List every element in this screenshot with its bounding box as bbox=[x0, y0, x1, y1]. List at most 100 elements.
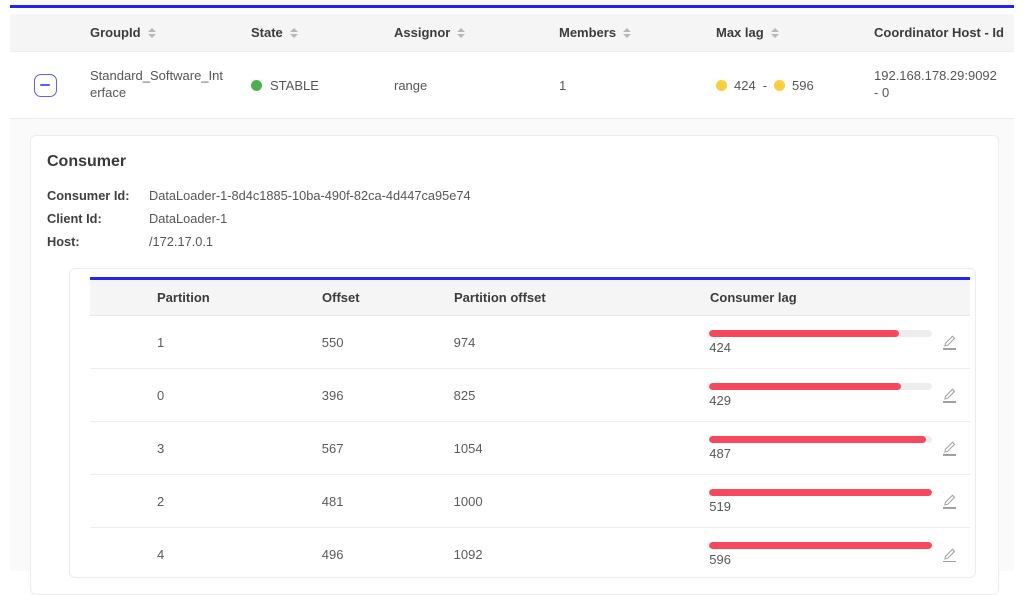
group-id-value: Standard_Software_Interface bbox=[90, 68, 223, 100]
edit-offset-cell bbox=[941, 439, 970, 458]
column-header-assignor[interactable]: Assignor bbox=[394, 25, 559, 40]
sort-icon[interactable] bbox=[623, 27, 632, 38]
partitions-table: Partition Offset Partition offset Consum… bbox=[90, 277, 970, 581]
offset-value: 550 bbox=[321, 334, 344, 350]
column-header-max-lag[interactable]: Max lag bbox=[716, 25, 874, 40]
pencil-icon bbox=[944, 388, 956, 400]
offset-value: 496 bbox=[321, 547, 344, 563]
partition-offset-value: 1000 bbox=[453, 493, 483, 509]
lag-warning-dot-icon bbox=[716, 79, 727, 91]
edit-offset-button[interactable] bbox=[941, 333, 958, 352]
column-header-label: Max lag bbox=[716, 25, 764, 40]
partition-offset-value: 1054 bbox=[453, 440, 483, 456]
assignor-cell: range bbox=[394, 78, 559, 93]
coordinator-value: 192.168.178.29:9092 - 0 bbox=[874, 68, 997, 100]
partition-value: 0 bbox=[157, 387, 165, 403]
lag-progress-track bbox=[709, 542, 933, 550]
edit-offset-button[interactable] bbox=[941, 386, 958, 405]
lag-value: 596 bbox=[709, 552, 731, 568]
host-value: /172.17.0.1 bbox=[149, 233, 214, 249]
lag-warning-dot-icon bbox=[774, 79, 786, 91]
partitions-table-header-row: Partition Offset Partition offset Consum… bbox=[90, 280, 970, 317]
collapse-row-button[interactable] bbox=[33, 73, 57, 97]
column-header-label: Coordinator Host - Id bbox=[874, 25, 1004, 40]
column-header-label: Assignor bbox=[394, 25, 451, 40]
consumer-groups-table: GroupId State Assignor Members Max lag C… bbox=[10, 5, 1014, 119]
host-row: Host: /172.17.0.1 bbox=[47, 231, 982, 254]
consumer-lag-cell: 519 bbox=[709, 488, 941, 514]
pencil-icon bbox=[944, 441, 956, 453]
max-lag-cell: 424 - 596 bbox=[716, 78, 874, 93]
edit-offset-cell bbox=[941, 546, 970, 565]
column-header-state[interactable]: State bbox=[251, 25, 394, 40]
consumer-lag-cell: 596 bbox=[709, 542, 941, 567]
partition-row: 4 496 1092 596 bbox=[90, 528, 970, 581]
max-lag-min-value: 424 bbox=[734, 77, 756, 93]
partition-offset-value: 974 bbox=[453, 334, 476, 350]
partition-row: 3 567 1054 487 bbox=[90, 422, 970, 476]
column-header-offset: Offset bbox=[322, 290, 360, 306]
host-label: Host: bbox=[47, 233, 80, 249]
column-header-label: GroupId bbox=[90, 25, 141, 40]
client-id-row: Client Id: DataLoader-1 bbox=[47, 208, 982, 231]
client-id-value: DataLoader-1 bbox=[149, 210, 228, 226]
edit-offset-cell bbox=[941, 386, 970, 405]
partition-value: 3 bbox=[157, 440, 165, 456]
lag-progress-track bbox=[709, 435, 933, 443]
consumer-id-row: Consumer Id: DataLoader-1-8d4c1885-10ba-… bbox=[47, 185, 982, 208]
max-lag-separator: - bbox=[762, 77, 768, 93]
partition-value: 2 bbox=[157, 493, 165, 509]
lag-value: 519 bbox=[709, 498, 731, 514]
members-cell: 1 bbox=[559, 78, 716, 93]
column-header-label: State bbox=[251, 25, 283, 40]
partition-value: 4 bbox=[157, 547, 165, 563]
edit-offset-button[interactable] bbox=[941, 546, 958, 565]
sort-icon[interactable] bbox=[147, 27, 156, 38]
assignor-value: range bbox=[394, 77, 428, 93]
partitions-table-card: Partition Offset Partition offset Consum… bbox=[69, 268, 976, 581]
lag-progress-fill bbox=[709, 488, 933, 496]
pencil-icon bbox=[944, 494, 956, 506]
state-cell: STABLE bbox=[251, 78, 394, 93]
lag-value: 429 bbox=[709, 392, 731, 408]
pencil-icon bbox=[944, 335, 956, 347]
sort-icon[interactable] bbox=[770, 27, 779, 38]
lag-value: 487 bbox=[709, 445, 731, 461]
members-value: 1 bbox=[559, 77, 567, 93]
pencil-underline bbox=[943, 454, 956, 456]
page-background: GroupId State Assignor Members Max lag C… bbox=[10, 0, 1014, 595]
lag-progress-fill bbox=[709, 435, 926, 443]
groups-table-header-row: GroupId State Assignor Members Max lag C… bbox=[10, 14, 1014, 52]
column-header-members[interactable]: Members bbox=[559, 25, 716, 40]
sort-icon[interactable] bbox=[289, 27, 298, 38]
partition-row: 2 481 1000 519 bbox=[90, 475, 970, 529]
partition-offset-value: 1092 bbox=[453, 547, 483, 563]
consumer-lag-cell: 424 bbox=[709, 329, 941, 355]
column-header-partition: Partition bbox=[157, 290, 210, 306]
edit-offset-cell bbox=[941, 333, 970, 352]
lag-progress-fill bbox=[709, 382, 902, 390]
partition-row: 1 550 974 424 bbox=[90, 316, 970, 370]
consumer-lag-cell: 487 bbox=[709, 435, 941, 461]
consumer-id-value: DataLoader-1-8d4c1885-10ba-490f-82ca-4d4… bbox=[149, 188, 471, 203]
consumer-lag-cell: 429 bbox=[709, 382, 941, 408]
offset-value: 396 bbox=[321, 387, 344, 403]
sort-icon[interactable] bbox=[457, 27, 466, 38]
max-lag-max-value: 596 bbox=[792, 77, 814, 93]
column-header-groupid[interactable]: GroupId bbox=[90, 25, 251, 40]
pencil-underline bbox=[943, 560, 956, 563]
edit-offset-cell bbox=[941, 492, 970, 511]
lag-progress-fill bbox=[709, 329, 899, 337]
pencil-underline bbox=[943, 507, 956, 509]
consumer-group-row[interactable]: Standard_Software_Interface STABLE range… bbox=[10, 52, 1014, 119]
edit-offset-button[interactable] bbox=[941, 439, 958, 458]
pencil-underline bbox=[943, 348, 956, 350]
offset-value: 567 bbox=[321, 440, 344, 456]
edit-offset-button[interactable] bbox=[941, 492, 958, 511]
lag-progress-track bbox=[709, 329, 933, 337]
state-value: STABLE bbox=[270, 77, 319, 93]
consumer-id-label: Consumer Id: bbox=[47, 188, 130, 203]
expand-cell bbox=[10, 73, 90, 97]
column-header-partition-offset: Partition offset bbox=[454, 290, 546, 306]
lag-progress-fill bbox=[709, 542, 933, 550]
